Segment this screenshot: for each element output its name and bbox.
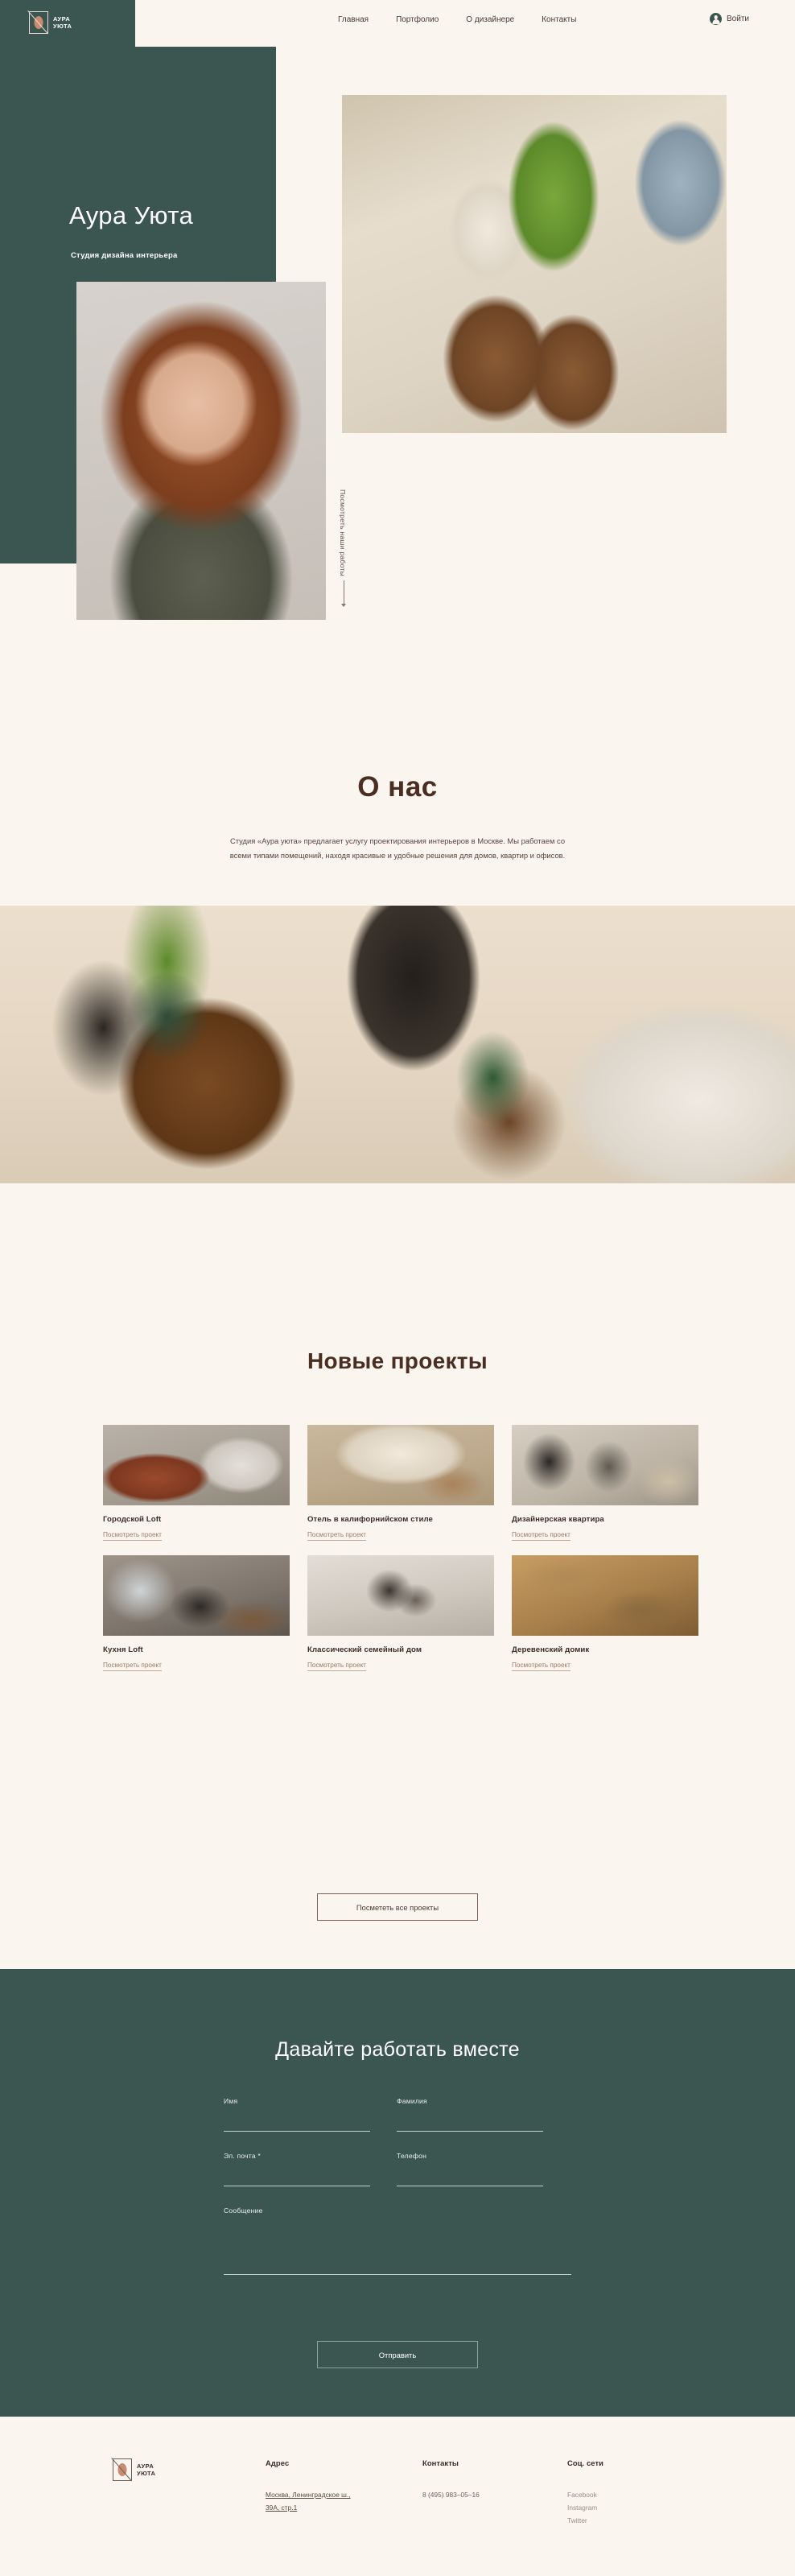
phone-label: Телефон	[397, 2152, 427, 2160]
first-name-underline	[224, 2131, 370, 2132]
project-view-link[interactable]: Посмотреть проект	[103, 1662, 162, 1671]
project-thumbnail	[512, 1425, 698, 1505]
email-field[interactable]: Эл. почта *	[224, 2152, 370, 2186]
project-thumbnail	[307, 1555, 494, 1636]
project-view-link[interactable]: Посмотреть проект	[307, 1662, 366, 1671]
project-thumbnail	[512, 1555, 698, 1636]
projects-grid: Городской Loft Посмотреть проект Отель в…	[103, 1425, 698, 1671]
nav-item-contacts[interactable]: Контакты	[542, 15, 576, 24]
logo-mark-icon	[27, 10, 48, 35]
project-card[interactable]: Деревенский домик Посмотреть проект	[512, 1555, 698, 1671]
phone-field[interactable]: Телефон	[397, 2152, 543, 2186]
message-field[interactable]: Сообщение	[224, 2207, 571, 2275]
projects-heading: Новые проекты	[307, 1348, 488, 1373]
footer-address-line-1[interactable]: Москва, Ленинградское ш.,	[266, 2488, 351, 2501]
footer-social-heading: Соц. сети	[567, 2458, 604, 2467]
message-label: Сообщение	[224, 2207, 263, 2215]
project-title: Классический семейный дом	[307, 1645, 422, 1654]
about-section: О нас Студия «Аура уюта» предлагает услу…	[0, 684, 795, 862]
logo-line-1: АУРА	[53, 14, 71, 23]
main-nav: Главная Портфолио О дизайнере Контакты	[338, 15, 576, 24]
view-works-cta[interactable]: Посмотреть наши работы	[339, 489, 350, 610]
footer-logo-text: АУРА УЮТА	[137, 2462, 155, 2478]
social-link-instagram[interactable]: Instagram	[567, 2501, 603, 2514]
social-link-twitter[interactable]: Twitter	[567, 2514, 603, 2527]
interior-band-image	[0, 906, 795, 1183]
last-name-field[interactable]: Фамилия	[397, 2097, 543, 2132]
hero-interior-image	[342, 95, 727, 433]
logo-line-2: УЮТА	[53, 23, 72, 30]
arrow-down-icon	[341, 604, 347, 607]
project-thumbnail	[103, 1425, 290, 1505]
project-thumbnail	[103, 1555, 290, 1636]
project-card[interactable]: Дизайнерская квартира Посмотреть проект	[512, 1425, 698, 1541]
view-works-label: Посмотреть наши работы	[339, 489, 347, 577]
footer-logo-line-1: АУРА	[137, 2462, 154, 2470]
login-button[interactable]: Войти	[710, 13, 749, 25]
nav-item-home[interactable]: Главная	[338, 15, 369, 24]
submit-button[interactable]: Отправить	[317, 2341, 478, 2368]
footer-contacts-column: Контакты 8 (495) 983–05–16	[422, 2458, 480, 2501]
project-view-link[interactable]: Посмотреть проект	[103, 1531, 162, 1541]
project-view-link[interactable]: Посмотреть проект	[512, 1662, 571, 1671]
social-link-facebook[interactable]: Facebook	[567, 2488, 603, 2501]
first-name-label: Имя	[224, 2097, 238, 2105]
project-thumbnail	[307, 1425, 494, 1505]
about-paragraph: Студия «Аура уюта» предлагает услугу про…	[229, 836, 566, 860]
first-name-field[interactable]: Имя	[224, 2097, 370, 2132]
user-circle-icon	[710, 13, 723, 25]
login-label: Войти	[727, 14, 749, 23]
project-title: Отель в калифорнийском стиле	[307, 1515, 433, 1524]
site-footer: АУРА УЮТА Адрес Москва, Ленинградское ш.…	[0, 2417, 795, 2576]
logo-text: АУРА УЮТА	[53, 15, 72, 31]
contact-form: Имя Фамилия Эл. почта * Телефон Сообщени…	[224, 2097, 571, 2295]
footer-logo-line-2: УЮТА	[137, 2470, 156, 2477]
project-view-link[interactable]: Посмотреть проект	[307, 1531, 366, 1541]
designer-portrait-image	[76, 282, 326, 620]
logo-mark-icon	[111, 2458, 132, 2482]
project-title: Деревенский домик	[512, 1645, 590, 1654]
project-title: Городской Loft	[103, 1515, 162, 1524]
project-title: Кухня Loft	[103, 1645, 143, 1654]
email-label: Эл. почта *	[224, 2152, 261, 2160]
project-card[interactable]: Городской Loft Посмотреть проект	[103, 1425, 290, 1541]
nav-item-about-designer[interactable]: О дизайнере	[466, 15, 514, 24]
footer-phone: 8 (495) 983–05–16	[422, 2491, 480, 2499]
project-view-link[interactable]: Посмотреть проект	[512, 1531, 571, 1541]
site-header: АУРА УЮТА Главная Портфолио О дизайнере …	[0, 0, 795, 47]
hero-title: Аура Уюта	[69, 201, 194, 229]
last-name-underline	[397, 2131, 543, 2132]
logo[interactable]: АУРА УЮТА	[27, 10, 72, 35]
footer-address-heading: Адрес	[266, 2458, 290, 2467]
project-card[interactable]: Отель в калифорнийском стиле Посмотреть …	[307, 1425, 494, 1541]
footer-address-column: Адрес Москва, Ленинградское ш., 39А, стр…	[266, 2458, 351, 2514]
project-card[interactable]: Кухня Loft Посмотреть проект	[103, 1555, 290, 1671]
nav-item-portfolio[interactable]: Портфолио	[396, 15, 439, 24]
last-name-label: Фамилия	[397, 2097, 427, 2105]
footer-contacts-heading: Контакты	[422, 2458, 459, 2467]
project-card[interactable]: Классический семейный дом Посмотреть про…	[307, 1555, 494, 1671]
view-all-projects-button[interactable]: Посмететь все проекты	[317, 1893, 478, 1921]
message-underline	[224, 2274, 571, 2275]
footer-logo[interactable]: АУРА УЮТА	[111, 2458, 155, 2482]
footer-social-column: Соц. сети Facebook Instagram Twitter	[567, 2458, 603, 2527]
contact-heading: Давайте работать вместе	[275, 2038, 520, 2061]
footer-address-line-2[interactable]: 39А, стр.1	[266, 2501, 351, 2514]
hero-section: Аура Уюта Студия дизайна интерьера Посмо…	[0, 0, 795, 660]
project-title: Дизайнерская квартира	[512, 1515, 604, 1524]
about-heading: О нас	[357, 771, 438, 803]
hero-subtitle: Студия дизайна интерьера	[71, 251, 178, 260]
